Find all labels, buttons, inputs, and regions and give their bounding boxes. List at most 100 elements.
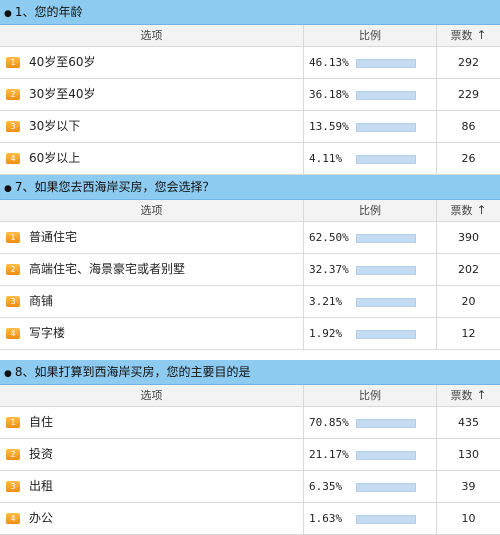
option-label: 30岁以下 bbox=[29, 119, 81, 133]
percentage: 6.35% bbox=[309, 480, 343, 493]
option-label: 高端住宅、海景豪宅或者别墅 bbox=[29, 262, 186, 276]
question-title: ● 8、如果打算到西海岸买房，您的主要目的是 bbox=[0, 360, 500, 385]
option-label: 出租 bbox=[29, 479, 54, 493]
bullet-icon: ● bbox=[4, 184, 12, 194]
ratio-bar bbox=[356, 451, 416, 460]
rank-badge: 1 bbox=[6, 57, 20, 68]
vote-count: 20 bbox=[461, 295, 476, 308]
vote-count: 435 bbox=[458, 416, 479, 429]
table-row: 4 办公 1.63% 10 bbox=[0, 503, 500, 535]
option-label: 办公 bbox=[29, 511, 54, 525]
percentage: 46.13% bbox=[309, 56, 349, 69]
survey-results: ● 1、您的年龄 选项 比例 票数 ↑ 1 40岁至60岁 46.13% 292 23… bbox=[0, 0, 500, 535]
percentage: 70.85% bbox=[309, 416, 349, 429]
table-row: 4 写字楼 1.92% 12 bbox=[0, 318, 500, 350]
table-row: 2 投资 21.17% 130 bbox=[0, 439, 500, 471]
ratio-bar bbox=[356, 234, 416, 243]
option-label: 40岁至60岁 bbox=[29, 55, 96, 69]
ratio-bar bbox=[356, 298, 416, 307]
ratio-bar bbox=[356, 123, 416, 132]
vote-count: 229 bbox=[458, 88, 479, 101]
table-row: 2 高端住宅、海景豪宅或者别墅 32.37% 202 bbox=[0, 254, 500, 286]
vote-count: 26 bbox=[461, 152, 476, 165]
question-1: ● 1、您的年龄 选项 比例 票数 ↑ 1 40岁至60岁 46.13% 292 23… bbox=[0, 0, 500, 175]
vote-count: 86 bbox=[461, 120, 476, 133]
percentage: 36.18% bbox=[309, 88, 349, 101]
bullet-icon: ● bbox=[4, 9, 12, 19]
header-ratio: 比例 bbox=[304, 25, 437, 46]
bullet-icon: ● bbox=[4, 369, 12, 379]
rank-badge: 4 bbox=[6, 328, 20, 339]
header-option: 选项 bbox=[0, 200, 304, 221]
rank-badge: 1 bbox=[6, 417, 20, 428]
sort-arrow-icon[interactable]: ↑ bbox=[476, 388, 486, 402]
table-row: 3 商铺 3.21% 20 bbox=[0, 286, 500, 318]
percentage: 4.11% bbox=[309, 152, 343, 165]
option-label: 普通住宅 bbox=[29, 230, 78, 244]
header-votes[interactable]: 票数 ↑ bbox=[437, 25, 500, 46]
ratio-bar bbox=[356, 515, 416, 524]
ratio-bar bbox=[356, 91, 416, 100]
ratio-bar bbox=[356, 483, 416, 492]
question-title-text: 1、您的年龄 bbox=[14, 5, 83, 19]
percentage: 32.37% bbox=[309, 263, 349, 276]
table-row: 1 普通住宅 62.50% 390 bbox=[0, 222, 500, 254]
vote-count: 390 bbox=[458, 231, 479, 244]
vote-count: 130 bbox=[458, 448, 479, 461]
rank-badge: 2 bbox=[6, 449, 20, 460]
question-title: ● 7、如果您去西海岸买房，您会选择？ bbox=[0, 175, 500, 200]
header-option: 选项 bbox=[0, 385, 304, 406]
table-row: 4 60岁以上 4.11% 26 bbox=[0, 143, 500, 175]
ratio-bar bbox=[356, 59, 416, 68]
question-title: ● 1、您的年龄 bbox=[0, 0, 500, 25]
ratio-bar bbox=[356, 266, 416, 275]
table-header: 选项 比例 票数 ↑ bbox=[0, 385, 500, 407]
ratio-bar bbox=[356, 155, 416, 164]
percentage: 21.17% bbox=[309, 448, 349, 461]
percentage: 62.50% bbox=[309, 231, 349, 244]
vote-count: 202 bbox=[458, 263, 479, 276]
percentage: 1.63% bbox=[309, 512, 343, 525]
rank-badge: 3 bbox=[6, 121, 20, 132]
rank-badge: 4 bbox=[6, 513, 20, 524]
question-title-text: 7、如果您去西海岸买房，您会选择？ bbox=[14, 180, 215, 194]
percentage: 13.59% bbox=[309, 120, 349, 133]
option-label: 投资 bbox=[29, 447, 54, 461]
table-header: 选项 比例 票数 ↑ bbox=[0, 200, 500, 222]
option-label: 自住 bbox=[29, 415, 54, 429]
option-label: 商铺 bbox=[29, 294, 54, 308]
rank-badge: 2 bbox=[6, 89, 20, 100]
sort-arrow-icon[interactable]: ↑ bbox=[476, 203, 486, 217]
table-row: 2 30岁至40岁 36.18% 229 bbox=[0, 79, 500, 111]
vote-count: 12 bbox=[461, 327, 476, 340]
option-label: 60岁以上 bbox=[29, 151, 81, 165]
vote-count: 292 bbox=[458, 56, 479, 69]
header-option: 选项 bbox=[0, 25, 304, 46]
rank-badge: 3 bbox=[6, 296, 20, 307]
vote-count: 39 bbox=[461, 480, 476, 493]
header-votes[interactable]: 票数 ↑ bbox=[437, 200, 500, 221]
option-label: 30岁至40岁 bbox=[29, 87, 96, 101]
table-row: 3 30岁以下 13.59% 86 bbox=[0, 111, 500, 143]
question-title-text: 8、如果打算到西海岸买房，您的主要目的是 bbox=[14, 365, 251, 379]
table-header: 选项 比例 票数 ↑ bbox=[0, 25, 500, 47]
header-ratio: 比例 bbox=[304, 200, 437, 221]
header-ratio: 比例 bbox=[304, 385, 437, 406]
rank-badge: 1 bbox=[6, 232, 20, 243]
option-label: 写字楼 bbox=[29, 326, 66, 340]
header-votes[interactable]: 票数 ↑ bbox=[437, 385, 500, 406]
rank-badge: 4 bbox=[6, 153, 20, 164]
ratio-bar bbox=[356, 419, 416, 428]
table-row: 1 40岁至60岁 46.13% 292 bbox=[0, 47, 500, 79]
sort-arrow-icon[interactable]: ↑ bbox=[476, 28, 486, 42]
percentage: 3.21% bbox=[309, 295, 343, 308]
vote-count: 10 bbox=[461, 512, 476, 525]
question-8: ● 8、如果打算到西海岸买房，您的主要目的是 选项 比例 票数 ↑ 1 自住 70.8… bbox=[0, 360, 500, 535]
table-row: 3 出租 6.35% 39 bbox=[0, 471, 500, 503]
percentage: 1.92% bbox=[309, 327, 343, 340]
rank-badge: 2 bbox=[6, 264, 20, 275]
rank-badge: 3 bbox=[6, 481, 20, 492]
ratio-bar bbox=[356, 330, 416, 339]
table-row: 1 自住 70.85% 435 bbox=[0, 407, 500, 439]
